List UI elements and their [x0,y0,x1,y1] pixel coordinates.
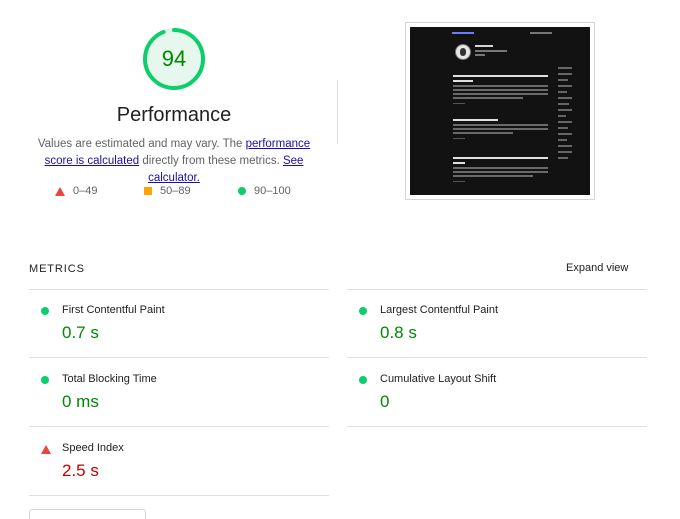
metrics-divider [347,426,647,427]
metric-speed-index: Speed Index 2.5 s [29,429,329,497]
metric-largest-contentful-paint: Largest Contentful Paint 0.8 s [347,291,647,359]
green-circle-icon [359,307,367,315]
green-circle-icon [41,307,49,315]
page-screenshot-image [410,27,590,195]
score-scale-legend: 0–49 50–89 90–100 [0,185,350,201]
expand-view-toggle[interactable]: Expand view [566,262,628,274]
performance-title: Performance [116,104,232,126]
show-audits-button[interactable] [29,509,146,519]
vertical-divider [337,80,338,144]
metric-value: 0.8 s [380,323,417,342]
green-circle-icon [41,376,49,384]
orange-square-icon [144,187,152,195]
metrics-divider [347,289,647,290]
metric-name: First Contentful Paint [62,304,165,316]
performance-description: Values are estimated and may vary. The p… [24,136,324,187]
legend-item-pass: 90–100 [238,185,291,197]
metrics-divider [29,495,329,496]
metric-value: 0.7 s [62,323,99,342]
metric-name: Cumulative Layout Shift [380,373,497,385]
metric-total-blocking-time: Total Blocking Time 0 ms [29,360,329,428]
metrics-divider [29,289,329,290]
metrics-divider [29,426,329,427]
metrics-section-header: METRICS [29,263,85,275]
performance-score-gauge: 94 [141,26,207,92]
metric-name: Largest Contentful Paint [380,304,499,316]
legend-label-fail: 0–49 [73,185,98,197]
final-screenshot-thumbnail[interactable] [405,22,595,200]
metric-value: 2.5 s [62,461,99,480]
legend-label-pass: 90–100 [254,185,291,197]
green-circle-icon [359,376,367,384]
metric-cumulative-layout-shift: Cumulative Layout Shift 0 [347,360,647,428]
metric-name: Total Blocking Time [62,373,157,385]
metrics-divider [347,357,647,358]
description-middle: directly from these metrics. [139,155,283,167]
metric-name: Speed Index [62,442,124,454]
performance-score-value: 94 [161,46,187,71]
legend-item-fail: 0–49 [55,185,97,197]
metric-value: 0 [380,392,390,411]
legend-item-average: 50–89 [144,185,191,197]
description-prefix: Values are estimated and may vary. The [37,138,246,150]
legend-label-average: 50–89 [160,185,191,197]
red-triangle-icon [41,445,51,454]
metric-value: 0 ms [62,392,99,411]
metric-first-contentful-paint: First Contentful Paint 0.7 s [29,291,329,359]
green-circle-icon [238,187,246,195]
metrics-divider [29,357,329,358]
red-triangle-icon [55,186,65,196]
